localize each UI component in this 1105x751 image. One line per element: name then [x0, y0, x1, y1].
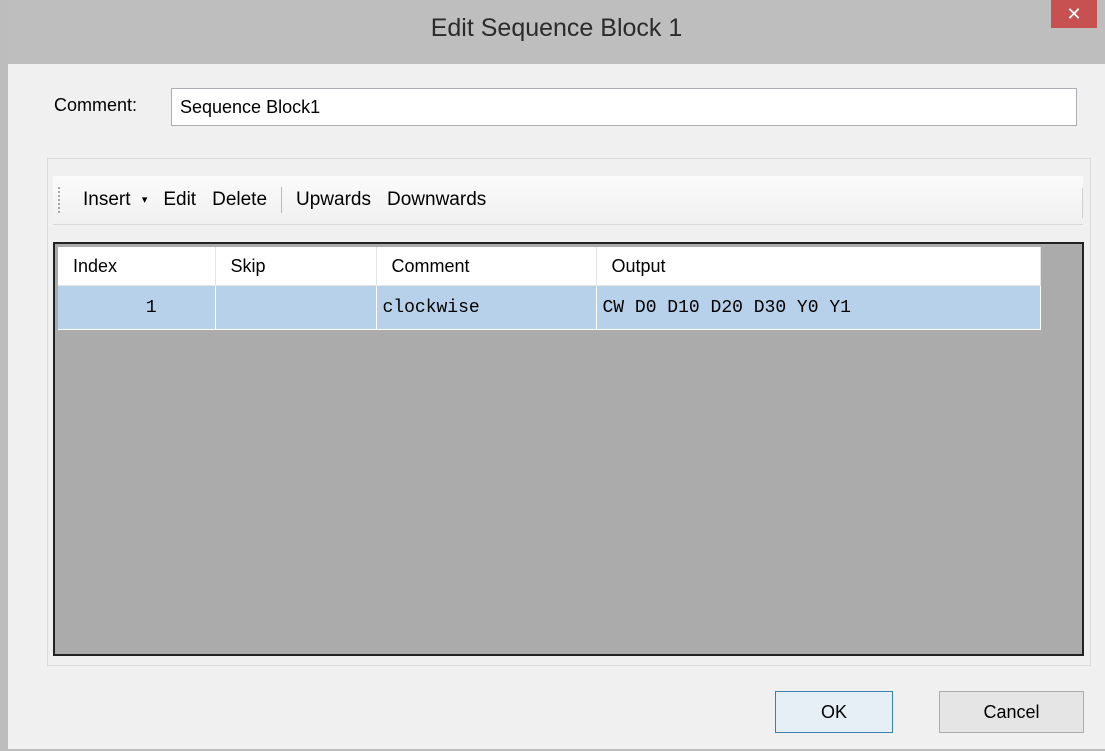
upwards-button[interactable]: Upwards [288, 189, 379, 211]
downwards-button[interactable]: Downwards [379, 189, 494, 211]
comment-input[interactable] [171, 88, 1077, 126]
cell-index[interactable]: 1 [58, 285, 216, 330]
toolbar-grip-icon[interactable] [57, 186, 61, 214]
sequence-table: Index Skip Comment Output 1 clockwise CW… [58, 247, 1041, 330]
window-title: Edit Sequence Block 1 [430, 14, 683, 42]
close-icon: ✕ [1066, 3, 1082, 24]
toolbar-edge [1082, 188, 1083, 218]
ok-button[interactable]: OK [775, 691, 893, 733]
insert-button[interactable]: Insert ▾ [75, 189, 155, 211]
cell-output[interactable]: CW D0 D10 D20 D30 Y0 Y1 [596, 285, 1041, 330]
toolbar: Insert ▾ Edit Delete Upwards Downwards [53, 176, 1083, 225]
column-header-skip[interactable]: Skip [215, 247, 377, 286]
sequence-grid[interactable]: Index Skip Comment Output 1 clockwise CW… [53, 242, 1084, 656]
dialog-window: Edit Sequence Block 1 ✕ Comment: Insert … [0, 0, 1105, 751]
chevron-down-icon: ▾ [141, 194, 148, 207]
toolbar-separator [281, 187, 283, 213]
column-header-index[interactable]: Index [58, 247, 216, 286]
title-bar[interactable]: Edit Sequence Block 1 ✕ [8, 0, 1105, 64]
close-button[interactable]: ✕ [1051, 0, 1097, 28]
comment-label: Comment: [54, 95, 138, 115]
cell-skip[interactable] [215, 285, 377, 330]
edit-button[interactable]: Edit [155, 189, 204, 211]
cancel-button[interactable]: Cancel [939, 691, 1084, 733]
column-header-output[interactable]: Output [596, 247, 1041, 286]
insert-label: Insert [83, 189, 131, 210]
delete-button[interactable]: Delete [204, 189, 275, 211]
table-header-row: Index Skip Comment Output [58, 247, 1041, 286]
cell-comment[interactable]: clockwise [376, 285, 597, 330]
column-header-comment[interactable]: Comment [376, 247, 597, 286]
table-row[interactable]: 1 clockwise CW D0 D10 D20 D30 Y0 Y1 [58, 285, 1041, 330]
